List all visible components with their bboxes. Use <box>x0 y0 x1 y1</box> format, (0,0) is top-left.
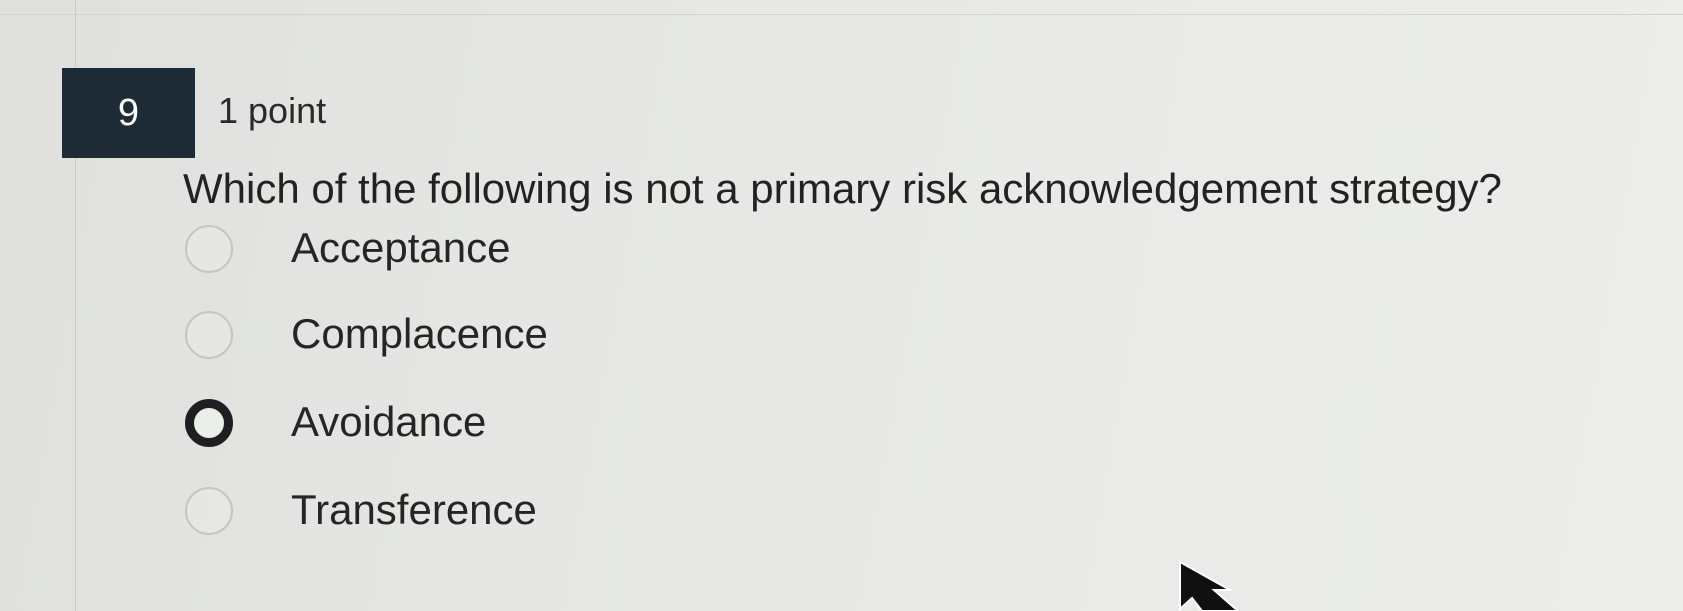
question-card: 9 1 point Which of the following is not … <box>0 0 1683 611</box>
option-acceptance[interactable]: Acceptance <box>183 214 783 284</box>
option-label: Avoidance <box>291 398 487 445</box>
radio-empty-icon[interactable] <box>185 487 233 535</box>
radio-empty-icon[interactable] <box>185 225 233 273</box>
option-label: Complacence <box>291 310 548 357</box>
mouse-pointer-icon <box>1179 560 1238 611</box>
option-label: Transference <box>291 486 537 533</box>
question-number-badge: 9 <box>62 68 195 158</box>
radio-empty-icon[interactable] <box>185 311 233 359</box>
option-label: Acceptance <box>291 224 511 271</box>
question-points: 1 point <box>218 90 327 131</box>
option-transference[interactable]: Transference <box>183 476 783 546</box>
option-complacence[interactable]: Complacence <box>183 300 783 370</box>
radio-filled-icon[interactable] <box>185 399 233 447</box>
option-avoidance[interactable]: Avoidance <box>183 388 783 458</box>
question-prompt: Which of the following is not a primary … <box>183 165 1502 212</box>
